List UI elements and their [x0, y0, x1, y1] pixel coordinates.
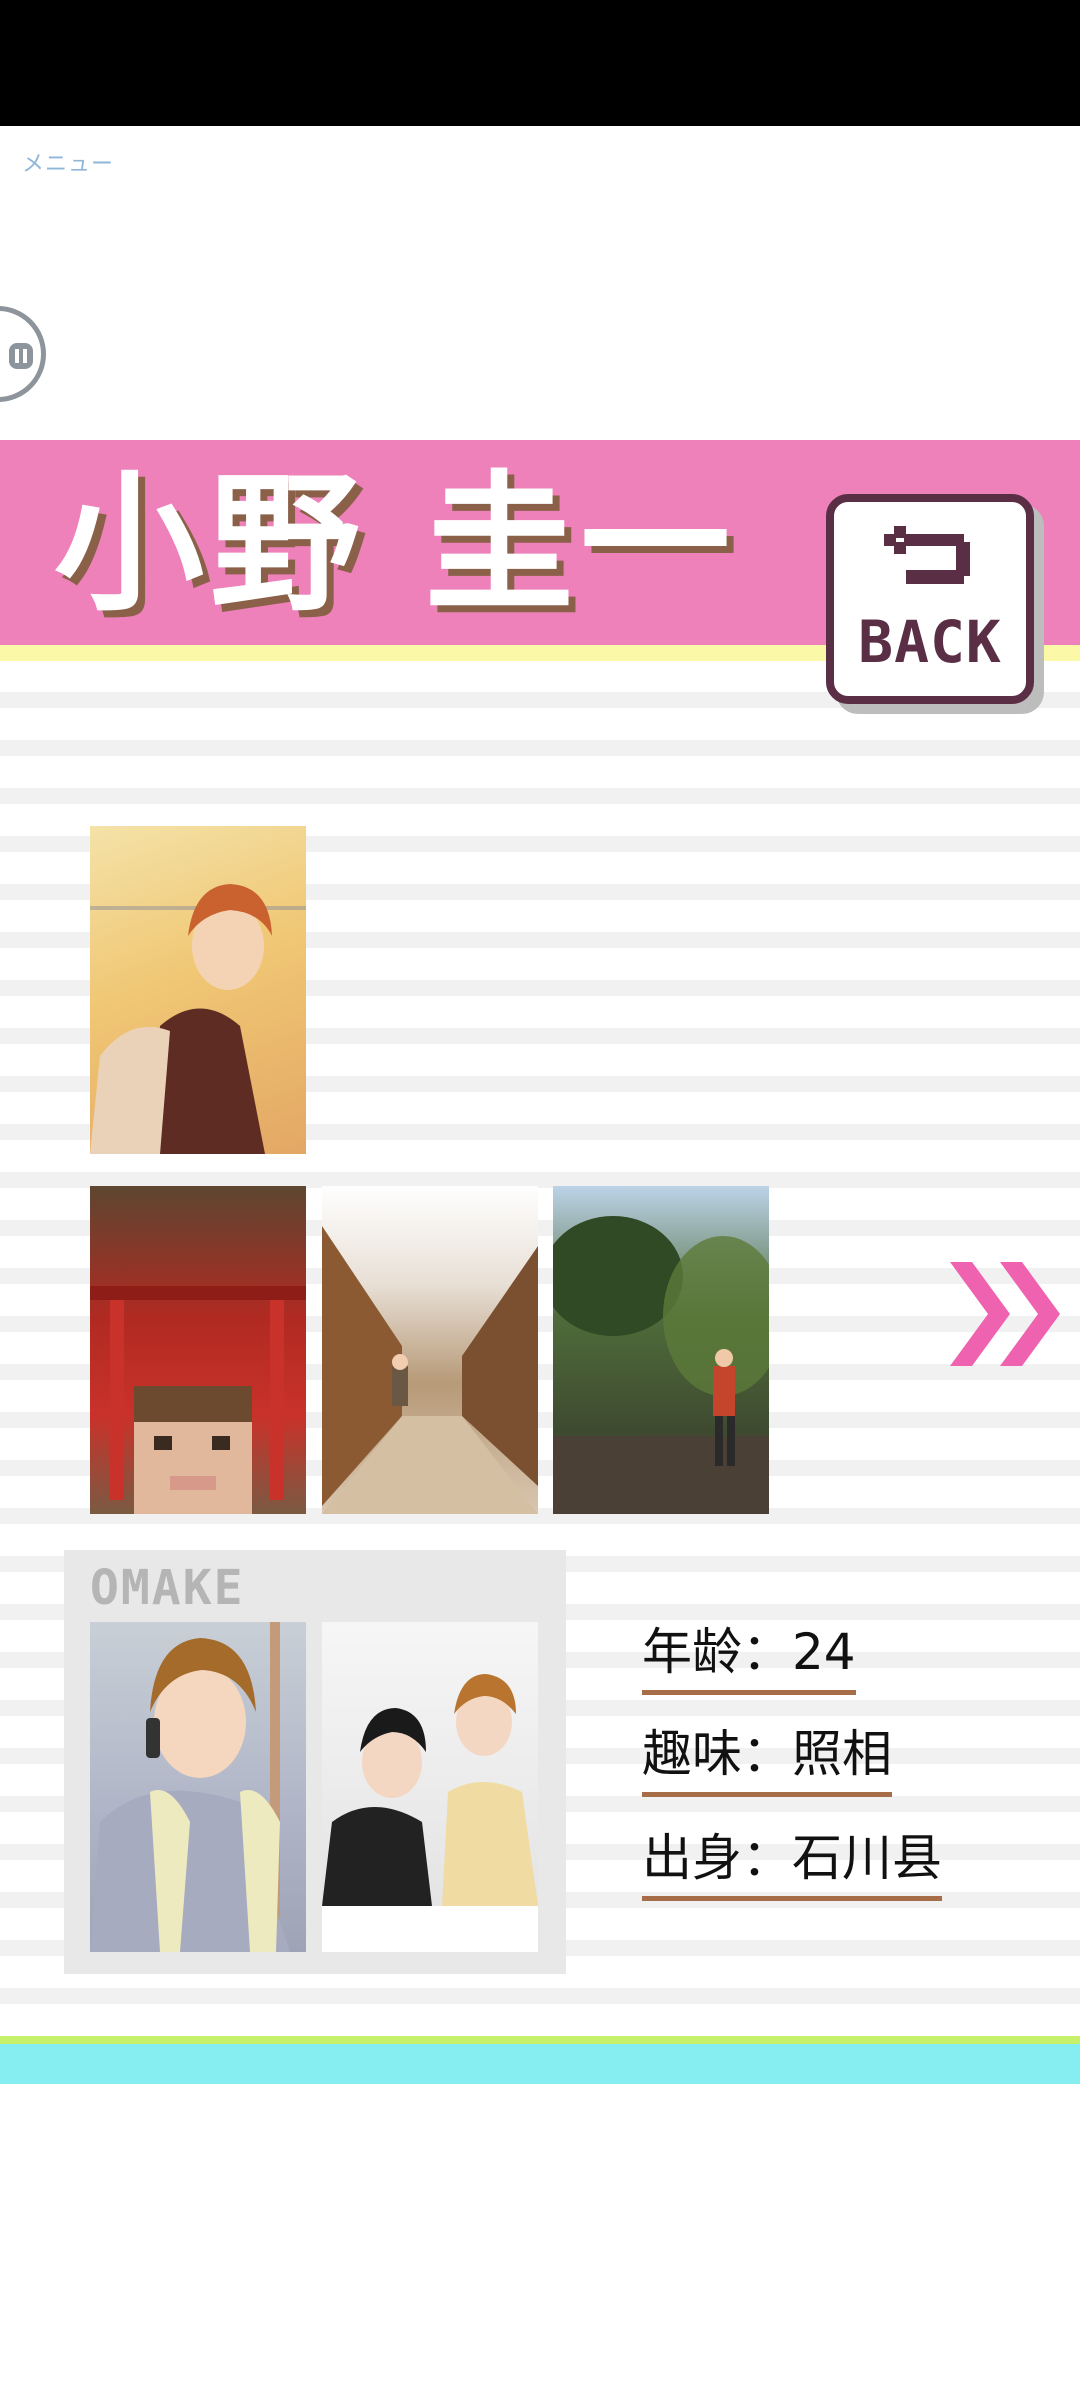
- profile-origin: 出身：石川县: [642, 1826, 942, 1901]
- double-chevron-right-icon[interactable]: [950, 1262, 1064, 1366]
- pause-icon: [9, 343, 33, 369]
- back-button[interactable]: BACK: [826, 494, 1034, 704]
- pause-button[interactable]: [0, 306, 46, 402]
- menu-link[interactable]: メニュー: [22, 146, 114, 178]
- gallery-photo-park[interactable]: [553, 1186, 769, 1514]
- character-name: 小野 圭一: [54, 458, 737, 632]
- gallery-photo-shrine[interactable]: [90, 1186, 306, 1514]
- footer-cyan-band: [0, 2044, 1080, 2084]
- back-button-label: BACK: [858, 608, 1002, 676]
- character-portrait[interactable]: [90, 826, 306, 1154]
- profile-screen: メニュー 小野 圭一 BACK OMAKE 年龄：24 趣味：照相 出身：石川县: [0, 0, 1080, 2400]
- profile-hobby: 趣味：照相: [642, 1722, 892, 1797]
- omake-title: OMAKE: [90, 1560, 245, 1616]
- omake-image-phone-call[interactable]: [90, 1622, 306, 1952]
- omake-image-two-characters[interactable]: [322, 1622, 538, 1952]
- status-bar: [0, 0, 1080, 126]
- profile-age: 年龄：24: [642, 1620, 856, 1695]
- return-arrow-icon: [884, 526, 970, 584]
- footer-green-line: [0, 2036, 1080, 2044]
- gallery-photo-street[interactable]: [322, 1186, 538, 1514]
